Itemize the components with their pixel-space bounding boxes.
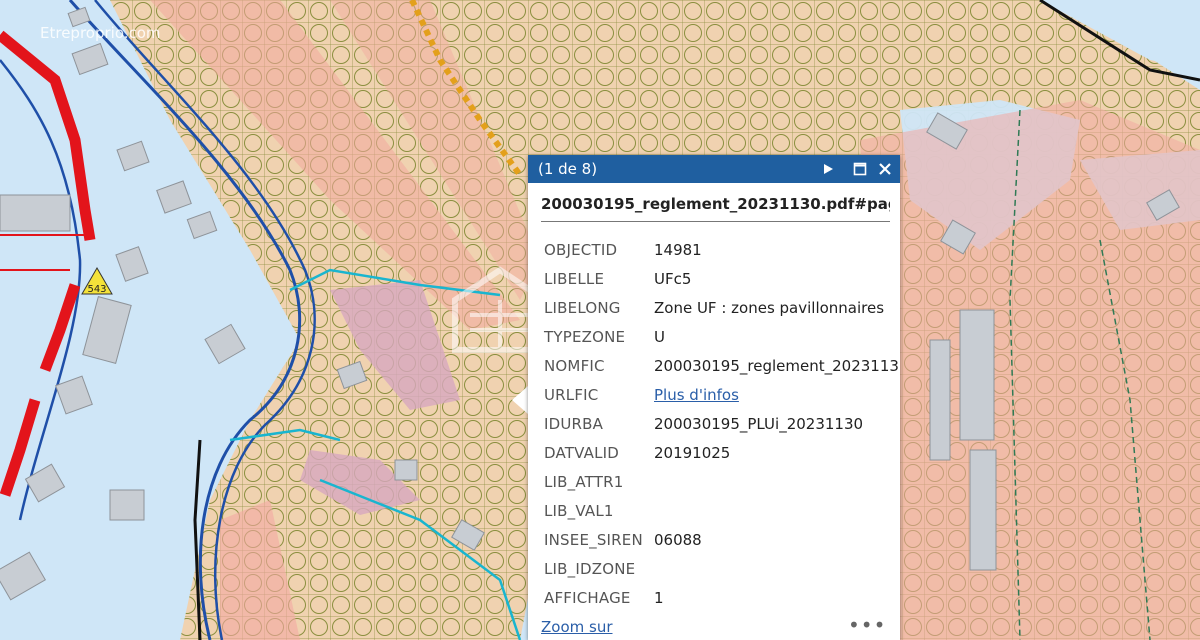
attribute-row: TYPEZONE U [544, 322, 900, 351]
attribute-key: AFFICHAGE [544, 588, 631, 607]
attribute-row: LIBELONG Zone UF : zones pavillonnaires [544, 293, 900, 322]
attribute-key: LIBELLE [544, 269, 605, 288]
attribute-row: DATVALID 20191025 [544, 438, 900, 467]
close-button[interactable] [875, 159, 895, 179]
more-icon[interactable]: ••• [848, 613, 886, 637]
attribute-value: Zone UF : zones pavillonnaires [654, 298, 885, 317]
play-icon [824, 164, 833, 174]
next-feature-button[interactable] [818, 159, 838, 179]
attribute-key: LIB_VAL1 [544, 501, 614, 520]
watermark-text: Etreproprio.com [40, 24, 161, 42]
attribute-value: 14981 [654, 240, 702, 259]
attribute-row: INSEE_SIREN 06088 [544, 525, 900, 554]
attribute-key: LIB_IDZONE [544, 559, 636, 578]
attribute-value: U [654, 327, 665, 346]
attribute-value: UFc5 [654, 269, 692, 288]
attribute-row: LIBELLE UFc5 [544, 264, 900, 293]
popup-footer: Zoom sur ••• [528, 613, 900, 640]
attribute-row: IDURBA 200030195_PLUi_20231130 [544, 409, 900, 438]
attribute-row: LIB_IDZONE [544, 554, 900, 583]
attribute-value: 06088 [654, 530, 702, 549]
attribute-key: DATVALID [544, 443, 620, 462]
title-divider [541, 221, 890, 222]
attribute-key: OBJECTID [544, 240, 618, 259]
popup-pointer [512, 386, 528, 414]
close-icon [879, 163, 891, 175]
more-info-link[interactable]: Plus d'infos [654, 386, 739, 404]
attribute-row: LIB_VAL1 [544, 496, 900, 525]
popup-header: (1 de 8) [528, 155, 900, 183]
attribute-row: URLFIC Plus d'infos [544, 380, 900, 409]
attribute-value: 20191025 [654, 443, 731, 462]
attribute-value: 200030195_PLUi_20231130 [654, 414, 864, 433]
attribute-row: AFFICHAGE 1 [544, 583, 900, 612]
feature-popup: (1 de 8) 200030195_reglement_20231130.pd… [528, 155, 900, 640]
attribute-key: URLFIC [544, 385, 599, 404]
attribute-value: 1 [654, 588, 664, 607]
attribute-key: TYPEZONE [544, 327, 626, 346]
popup-title: 200030195_reglement_20231130.pdf#pag [541, 195, 890, 213]
attribute-key: INSEE_SIREN [544, 530, 643, 549]
maximize-icon [853, 162, 867, 176]
attribute-row: NOMFIC 200030195_reglement_2023113 [544, 351, 900, 380]
popup-count: (1 de 8) [538, 160, 598, 178]
zone-pink-right [860, 100, 1200, 640]
attribute-table: OBJECTID 14981 LIBELLE UFc5 LIBELONG Zone U… [544, 235, 900, 640]
attribute-key: IDURBA [544, 414, 604, 433]
zoom-to-link[interactable]: Zoom sur [541, 618, 613, 636]
attribute-key: NOMFIC [544, 356, 605, 375]
attribute-key: LIBELONG [544, 298, 621, 317]
maximize-button[interactable] [850, 159, 870, 179]
marker-label: 543 [87, 284, 106, 295]
attribute-key: LIB_ATTR1 [544, 472, 624, 491]
attribute-value: 200030195_reglement_2023113 [654, 356, 899, 375]
attribute-row: LIB_ATTR1 [544, 467, 900, 496]
attribute-row: OBJECTID 14981 [544, 235, 900, 264]
